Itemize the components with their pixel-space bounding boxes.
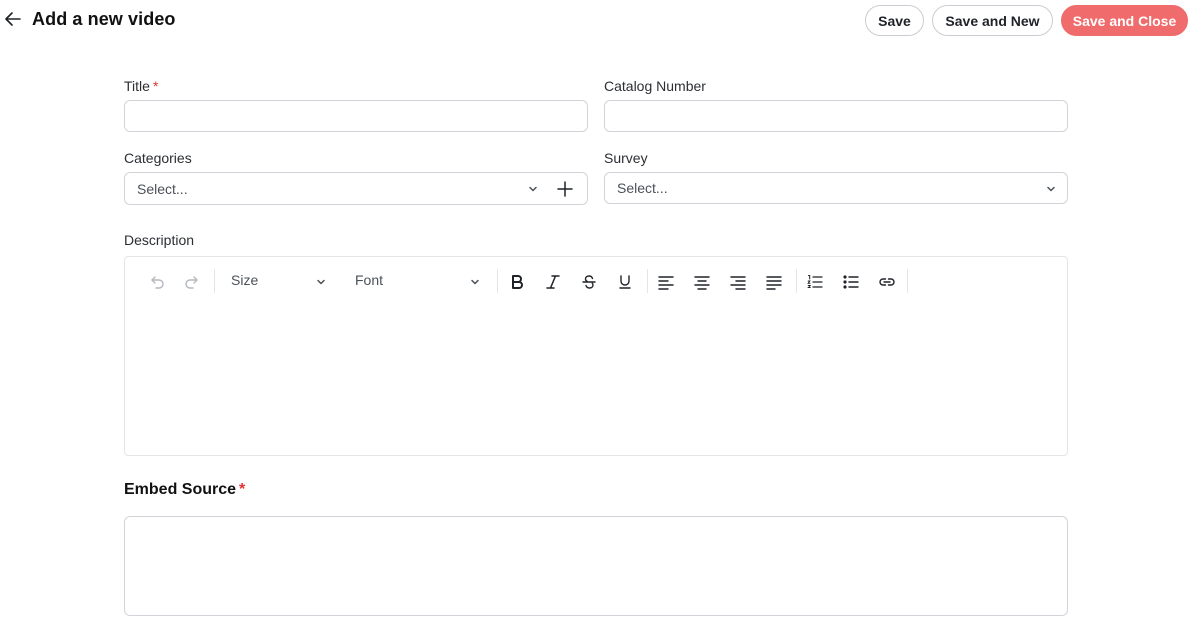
undo-button[interactable] xyxy=(147,272,167,292)
chevron-down-icon xyxy=(471,279,479,285)
ordered-list-button[interactable] xyxy=(805,272,825,292)
description-label: Description xyxy=(124,232,195,248)
page-header: Add a new video Save Save and New Save a… xyxy=(0,0,1192,40)
redo-button[interactable] xyxy=(182,272,202,292)
description-editor[interactable]: Size Font xyxy=(124,256,1068,456)
toolbar-divider xyxy=(214,269,215,293)
categories-select[interactable]: Select... xyxy=(124,172,588,205)
align-right-icon xyxy=(730,276,746,290)
embed-source-textarea[interactable] xyxy=(124,516,1068,616)
bullet-list-button[interactable] xyxy=(841,272,861,292)
title-label: Title * xyxy=(124,78,159,94)
embed-source-label: Embed Source * xyxy=(124,481,246,498)
chevron-down-icon xyxy=(317,279,325,285)
required-mark: * xyxy=(152,78,159,94)
chevron-down-icon xyxy=(529,186,537,192)
bullet-list-icon xyxy=(843,275,859,289)
bold-icon xyxy=(512,275,523,289)
strikethrough-icon xyxy=(582,275,596,289)
size-dropdown[interactable]: Size xyxy=(231,272,258,288)
underline-button[interactable] xyxy=(615,272,635,292)
survey-placeholder: Select... xyxy=(617,180,668,196)
catalog-number-input[interactable] xyxy=(604,100,1068,132)
align-justify-icon xyxy=(766,276,782,290)
align-left-icon xyxy=(658,276,674,290)
link-icon xyxy=(879,278,895,286)
title-input[interactable] xyxy=(124,100,588,132)
align-right-button[interactable] xyxy=(728,272,748,292)
underline-icon xyxy=(619,275,631,289)
save-and-new-button[interactable]: Save and New xyxy=(932,5,1053,36)
align-center-button[interactable] xyxy=(692,272,712,292)
save-and-close-button[interactable]: Save and Close xyxy=(1061,5,1188,36)
toolbar-divider xyxy=(796,269,797,293)
toolbar-divider xyxy=(497,269,498,293)
save-button[interactable]: Save xyxy=(865,5,924,36)
align-justify-button[interactable] xyxy=(764,272,784,292)
add-category-icon[interactable] xyxy=(556,180,574,198)
undo-icon xyxy=(151,276,164,289)
align-center-icon xyxy=(694,276,710,290)
italic-button[interactable] xyxy=(543,272,563,292)
categories-label: Categories xyxy=(124,150,192,166)
italic-icon xyxy=(546,275,560,289)
redo-icon xyxy=(185,276,198,289)
toolbar-divider xyxy=(907,269,908,293)
catalog-number-label: Catalog Number xyxy=(604,78,706,94)
categories-placeholder: Select... xyxy=(137,181,188,197)
font-dropdown[interactable]: Font xyxy=(355,272,383,288)
arrow-left-icon xyxy=(5,12,21,26)
toolbar-divider xyxy=(647,269,648,293)
chevron-down-icon xyxy=(1047,186,1055,192)
back-button[interactable] xyxy=(2,8,24,30)
required-mark: * xyxy=(239,481,246,498)
editor-toolbar: Size Font xyxy=(125,265,1067,297)
bold-button[interactable] xyxy=(507,272,527,292)
survey-label: Survey xyxy=(604,150,648,166)
link-button[interactable] xyxy=(877,272,897,292)
strikethrough-button[interactable] xyxy=(579,272,599,292)
survey-select[interactable]: Select... xyxy=(604,172,1068,204)
align-left-button[interactable] xyxy=(656,272,676,292)
page-title: Add a new video xyxy=(32,9,176,29)
ordered-list-icon xyxy=(807,275,823,288)
